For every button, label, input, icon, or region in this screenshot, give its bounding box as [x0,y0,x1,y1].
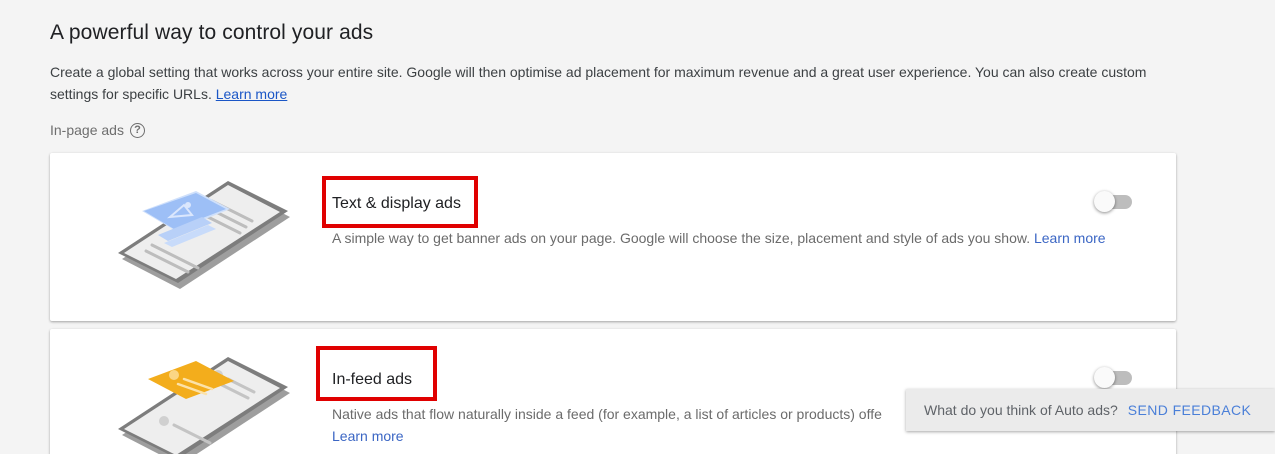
intro-text: Create a global setting that works acros… [50,61,1160,105]
intro-learn-more-link[interactable]: Learn more [216,86,288,102]
send-feedback-button[interactable]: SEND FEEDBACK [1128,402,1251,418]
text-display-ads-learn-more-link[interactable]: Learn more [1034,230,1106,246]
page-title: A powerful way to control your ads [50,21,374,44]
toggle-knob [1094,367,1115,388]
text-display-ads-description: A simple way to get banner ads on your p… [332,227,1122,249]
feedback-question: What do you think of Auto ads? [924,402,1118,418]
text-display-ads-illustration-icon [118,181,290,289]
text-display-ads-toggle[interactable] [1094,191,1132,212]
in-feed-ads-learn-more-link[interactable]: Learn more [332,428,404,444]
intro-description: Create a global setting that works acros… [50,64,1147,102]
section-label-text: In-page ads [50,122,124,138]
text-display-ads-desc-text: A simple way to get banner ads on your p… [332,230,1031,246]
in-feed-ads-illustration-icon [118,357,290,454]
in-feed-ads-title: In-feed ads [332,371,413,388]
in-feed-ads-desc-text: Native ads that flow naturally inside a … [332,406,882,422]
toggle-knob [1094,191,1115,212]
text-display-ads-card: Text & display ads A simple way to get b… [50,153,1176,321]
auto-ads-page: A powerful way to control your ads Creat… [0,0,1275,454]
feedback-bar: What do you think of Auto ads? SEND FEED… [906,389,1275,431]
text-display-ads-title: Text & display ads [332,195,461,212]
in-page-ads-label: In-page ads ? [50,122,145,138]
in-feed-ads-toggle[interactable] [1094,367,1132,388]
help-icon[interactable]: ? [129,122,145,138]
